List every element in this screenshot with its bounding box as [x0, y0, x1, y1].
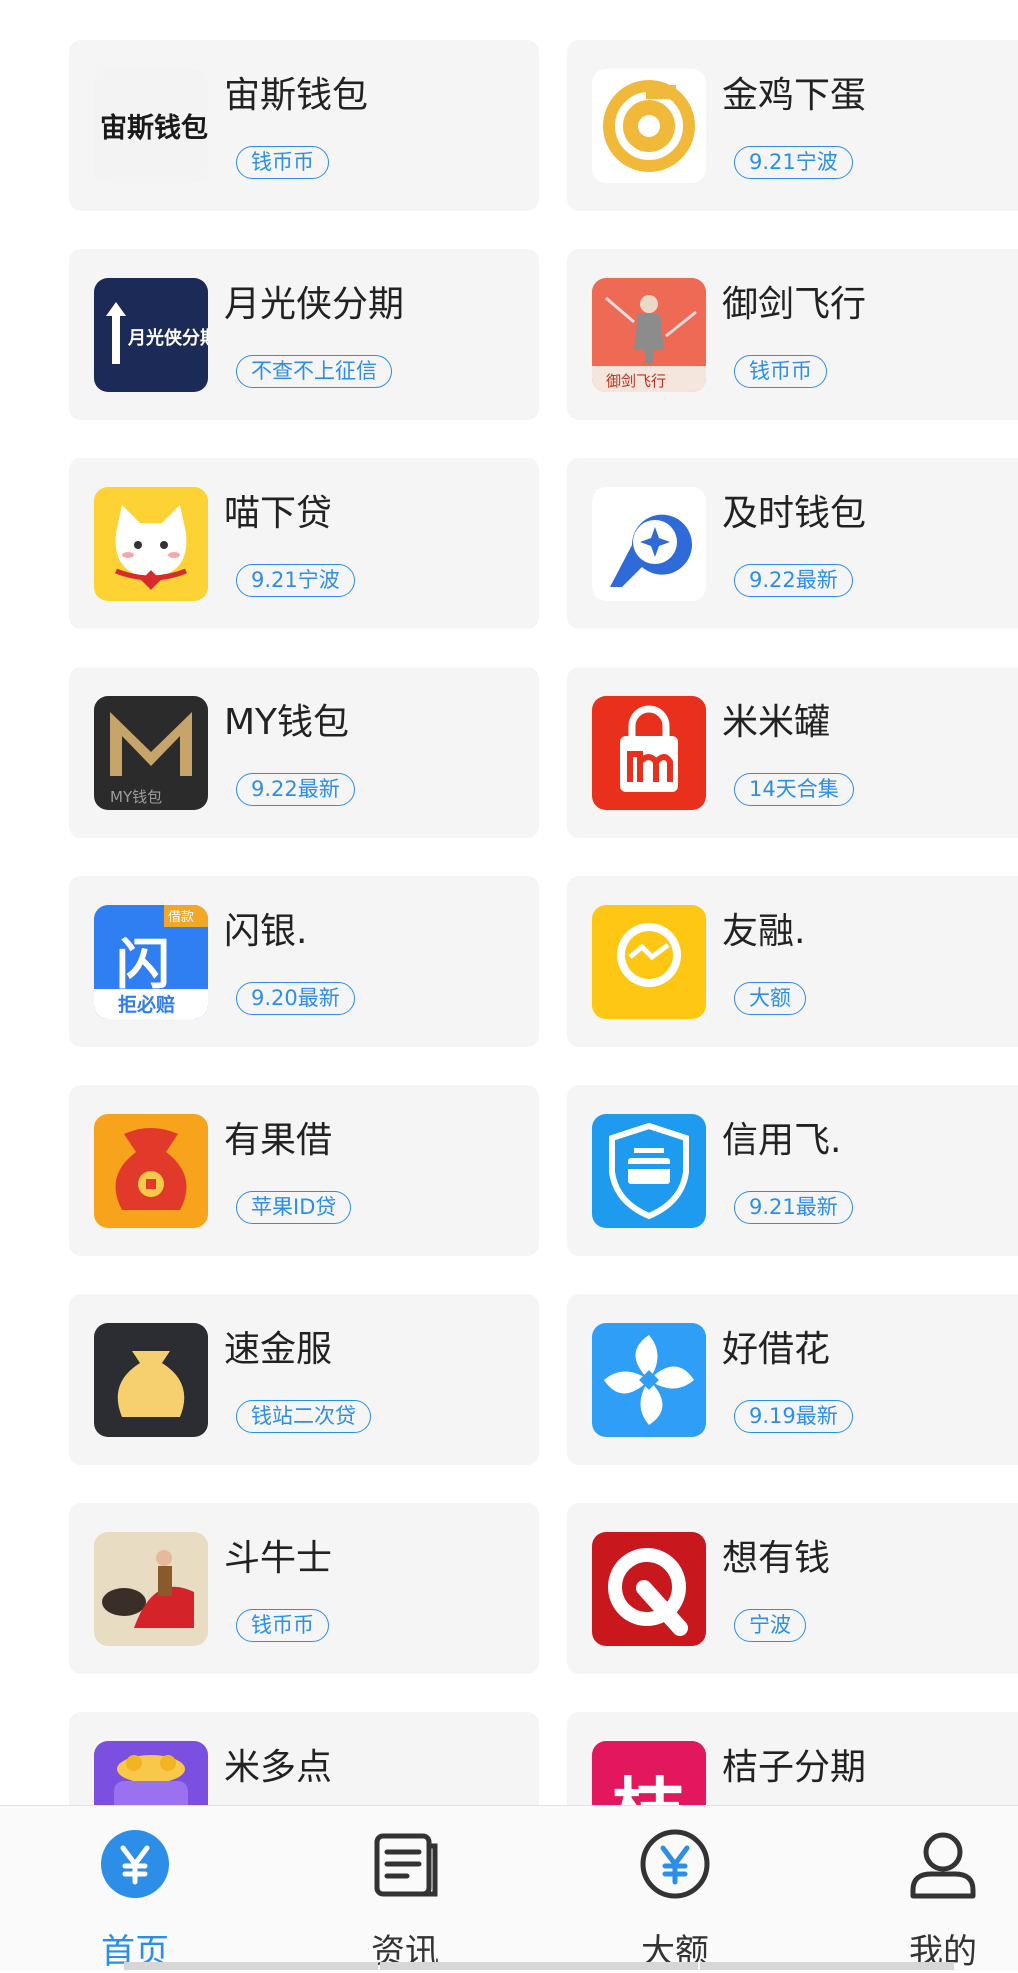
- zeus-wallet-icon: 宙斯钱包: [94, 69, 208, 183]
- golden-egg-icon: [592, 69, 706, 183]
- app-name: 桔子分期: [722, 1747, 867, 1788]
- app-card-cat-loan[interactable]: 喵下贷 9.21宁波: [69, 458, 539, 629]
- flash-silver-icon: 借款 闪 拒必赔: [94, 905, 208, 1019]
- gold-pouch-icon: [94, 1323, 208, 1437]
- app-tag: 9.22最新: [236, 773, 355, 806]
- app-tag: 钱站二次贷: [236, 1400, 371, 1433]
- moonlight-hero-icon: 月光侠分期: [94, 278, 208, 392]
- app-tag: 9.19最新: [734, 1400, 853, 1433]
- app-card-zeus-wallet[interactable]: 宙斯钱包 宙斯钱包 钱币币: [69, 40, 539, 211]
- app-card-moonlight[interactable]: 月光侠分期 月光侠分期 不查不上征信: [69, 249, 539, 420]
- app-card-you-guo-jie[interactable]: 有果借 苹果ID贷: [69, 1085, 539, 1256]
- app-card-hao-jie-hua[interactable]: 好借花 9.19最新: [567, 1294, 1018, 1465]
- app-tag: 9.21宁波: [236, 564, 355, 597]
- bottom-tab-bar: 首页 资讯 大额 我的: [0, 1805, 1018, 1972]
- app-tag: 9.20最新: [236, 982, 355, 1015]
- app-name: 信用飞.: [722, 1120, 842, 1161]
- app-name: 米米罐: [722, 702, 831, 743]
- tab-large-amount[interactable]: 大额: [595, 1806, 755, 1972]
- shield-card-icon: [592, 1114, 706, 1228]
- handshake-coin-icon: [592, 905, 706, 1019]
- app-card-orange-installment[interactable]: 桔 桔子分期: [567, 1712, 1018, 1805]
- yen-circle-icon: [99, 1828, 171, 1900]
- sword-flight-icon: 御剑飞行: [592, 278, 706, 392]
- app-name: 及时钱包: [722, 493, 867, 534]
- app-name: 好借花: [722, 1329, 831, 1370]
- star-swirl-icon: [592, 487, 706, 601]
- app-tag: 大额: [734, 982, 806, 1015]
- q-logo-icon: [592, 1532, 706, 1646]
- app-card-mi-duo-dian[interactable]: 米多点: [69, 1712, 539, 1805]
- app-grid: 宙斯钱包 宙斯钱包 钱币币 金鸡下蛋 9.21宁波 月光侠分期 月光侠分期 不查…: [0, 0, 1018, 1805]
- app-card-xiang-you-qian[interactable]: 想有钱 宁波: [567, 1503, 1018, 1674]
- zeus-wallet-icon-text: 宙斯钱包: [100, 112, 208, 144]
- app-name: 月光侠分期: [224, 284, 405, 325]
- app-card-mimi-jar[interactable]: 米米罐 14天合集: [567, 667, 1018, 838]
- app-tag: 9.22最新: [734, 564, 853, 597]
- app-name: 闪银.: [224, 911, 308, 952]
- orange-installment-glyph: 桔: [612, 1770, 684, 1805]
- pinwheel-icon: [592, 1323, 706, 1437]
- cat-icon: [94, 487, 208, 601]
- moonlight-icon-text: 月光侠分期: [127, 327, 208, 349]
- app-name: MY钱包: [224, 702, 350, 743]
- flash-silver-badge: 借款: [168, 910, 194, 925]
- app-card-you-rong[interactable]: 友融. 大额: [567, 876, 1018, 1047]
- app-card-matador[interactable]: 斗牛士 钱币币: [69, 1503, 539, 1674]
- app-tag: 钱币币: [236, 146, 329, 179]
- app-name: 友融.: [722, 911, 806, 952]
- app-name: 喵下贷: [224, 493, 333, 534]
- app-card-sword-flight[interactable]: 御剑飞行 御剑飞行 钱币币: [567, 249, 1018, 420]
- app-tag: 14天合集: [734, 773, 854, 806]
- app-tag: 苹果ID贷: [236, 1191, 352, 1224]
- app-card-credit-fly[interactable]: 信用飞. 9.21最新: [567, 1085, 1018, 1256]
- app-name: 斗牛士: [224, 1538, 333, 1579]
- sword-flight-icon-text: 御剑飞行: [606, 372, 666, 390]
- home-indicator-right: [700, 1962, 954, 1970]
- money-bag-icon: [94, 1114, 208, 1228]
- shopping-bag-icon: [592, 696, 706, 810]
- app-name: 御剑飞行: [722, 284, 867, 325]
- coin-pot-icon: [94, 1741, 208, 1805]
- flash-silver-sub: 拒必赔: [118, 993, 175, 1016]
- app-card-instant-wallet[interactable]: 及时钱包 9.22最新: [567, 458, 1018, 629]
- app-tag: 不查不上征信: [236, 355, 392, 388]
- tab-profile[interactable]: 我的: [863, 1806, 1018, 1972]
- yen-outline-icon: [639, 1828, 711, 1900]
- user-icon: [907, 1828, 979, 1900]
- app-tag: 9.21最新: [734, 1191, 853, 1224]
- app-tag: 钱币币: [734, 355, 827, 388]
- matador-icon: [94, 1532, 208, 1646]
- app-card-su-jin-fu[interactable]: 速金服 钱站二次贷: [69, 1294, 539, 1465]
- app-name: 想有钱: [722, 1538, 831, 1579]
- orange-installment-icon: 桔: [592, 1741, 706, 1805]
- app-name: 宙斯钱包: [224, 75, 369, 116]
- app-card-flash-silver[interactable]: 借款 闪 拒必赔 闪银. 9.20最新: [69, 876, 539, 1047]
- app-name: 速金服: [224, 1329, 333, 1370]
- my-wallet-icon: MY钱包: [94, 696, 208, 810]
- my-wallet-icon-text: MY钱包: [110, 788, 162, 806]
- home-indicator-mid: [380, 1962, 698, 1970]
- tab-home[interactable]: 首页: [55, 1806, 215, 1972]
- app-tag: 宁波: [734, 1609, 806, 1642]
- app-card-golden-egg[interactable]: 金鸡下蛋 9.21宁波: [567, 40, 1018, 211]
- app-name: 金鸡下蛋: [722, 75, 867, 116]
- news-icon: [369, 1828, 441, 1900]
- flash-silver-glyph: 闪: [116, 933, 170, 996]
- app-tag: 9.21宁波: [734, 146, 853, 179]
- app-name: 米多点: [224, 1747, 333, 1788]
- app-name: 有果借: [224, 1120, 333, 1161]
- home-indicator: [124, 1962, 378, 1970]
- app-tag: 钱币币: [236, 1609, 329, 1642]
- app-card-my-wallet[interactable]: MY钱包 MY钱包 9.22最新: [69, 667, 539, 838]
- tab-news[interactable]: 资讯: [325, 1806, 485, 1972]
